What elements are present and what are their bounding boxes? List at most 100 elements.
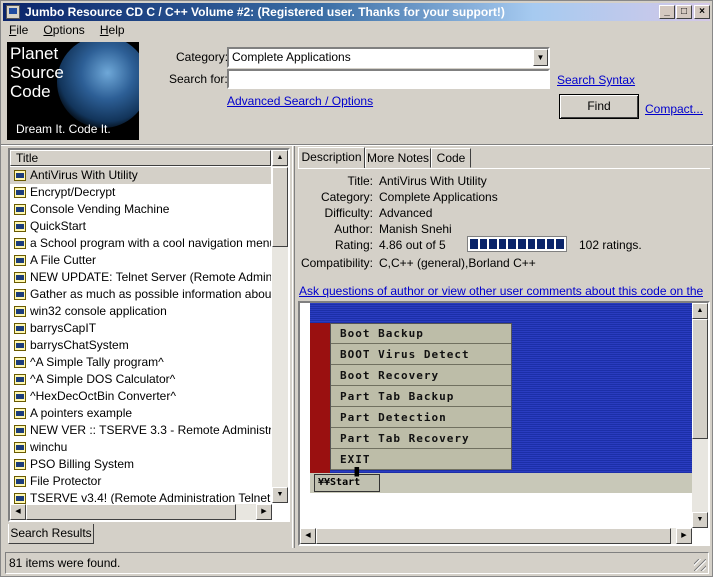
logo-line-2: Source [10,63,64,82]
rating-segment [479,239,488,249]
status-bar: 81 items were found. [5,552,709,574]
list-item[interactable]: barrysCapIT [10,320,271,337]
list-item-label: win32 console application [30,304,167,318]
code-file-icon [14,221,26,232]
search-syntax-link[interactable]: Search Syntax [557,73,635,87]
scroll-left-icon[interactable]: ◀ [10,504,26,520]
list-item[interactable]: PSO Billing System [10,456,271,473]
list-item[interactable]: QuickStart [10,218,271,235]
title-column-header[interactable]: Title [10,150,271,166]
preview-scroll-thumb[interactable] [692,319,708,439]
preview-vertical-scrollbar[interactable]: ▲ ▼ [692,303,708,528]
tab-description[interactable]: Description [298,147,365,169]
advanced-search-link[interactable]: Advanced Search / Options [227,94,373,108]
scroll-right-icon[interactable]: ▶ [256,504,272,520]
menu-options[interactable]: Options [37,22,90,38]
preview-scroll-left-icon[interactable]: ◀ [300,528,316,544]
list-item-label: A pointers example [30,406,133,420]
list-item[interactable]: ^A Simple Tally program^ [10,354,271,371]
scroll-up-icon[interactable]: ▲ [272,150,288,166]
rating-segment [546,239,555,249]
find-button[interactable]: Find [559,94,639,119]
list-item-label: ^A Simple DOS Calculator^ [30,372,176,386]
search-input[interactable] [227,69,550,89]
code-screenshot-preview[interactable]: Boot Backup BOOT Virus Detect Boot Recover… [298,301,710,546]
tab-more-notes[interactable]: More Notes [365,148,431,168]
preview-horizontal-thumb[interactable] [316,528,671,544]
scroll-thumb[interactable] [272,167,288,247]
horizontal-divider [1,144,713,146]
list-item[interactable]: a School program with a cool navigation … [10,235,271,252]
list-item-label: Gather as much as possible information a… [30,287,271,301]
category-value: Complete Applications [232,50,351,64]
results-rows: AntiVirus With Utility Encrypt/Decrypt Con… [10,167,271,507]
ask-questions-link[interactable]: Ask questions of author or view other us… [299,284,703,298]
results-horizontal-scrollbar[interactable]: ◀ ▶ [10,504,272,520]
menu-file[interactable]: File [3,22,34,38]
tab-underline [298,168,710,169]
list-item[interactable]: NEW UPDATE: Telnet Server (Remote Admini… [10,269,271,286]
scroll-down-icon[interactable]: ▼ [272,487,288,503]
menu-help[interactable]: Help [94,22,131,38]
category-select[interactable]: Complete Applications ▼ [227,47,550,68]
maximize-button[interactable]: □ [676,5,692,19]
tab-search-results[interactable]: Search Results [8,524,94,544]
preview-scroll-up-icon[interactable]: ▲ [692,303,708,319]
list-item-label: ^HexDecOctBin Converter^ [30,389,176,403]
code-file-icon [14,170,26,181]
author-label: Author: [334,222,373,236]
title-bar[interactable]: Jumbo Resource CD C / C++ Volume #2: (Re… [3,3,710,21]
dos-menu-item: Part Tab Backup [331,387,511,407]
list-item[interactable]: ^HexDecOctBin Converter^ [10,388,271,405]
list-item[interactable]: winchu [10,439,271,456]
list-item[interactable]: A File Cutter [10,252,271,269]
app-icon[interactable] [6,5,20,19]
code-file-icon [14,476,26,487]
dos-menu-item: BOOT Virus Detect [331,345,511,365]
list-item-label: winchu [30,440,68,454]
ratings-count: 102 ratings. [579,238,642,252]
code-file-icon [14,187,26,198]
minimize-button[interactable]: _ [659,5,675,19]
logo-line-3: Code [10,82,51,101]
resize-grip-icon[interactable] [694,559,706,571]
preview-scroll-right-icon[interactable]: ▶ [676,528,692,544]
tab-code[interactable]: Code [431,148,471,168]
list-item[interactable]: barrysChatSystem [10,337,271,354]
preview-scroll-down-icon[interactable]: ▼ [692,512,708,528]
author-value: Manish Snehi [379,222,452,236]
compatibility-label: Compatibility: [300,256,373,270]
horizontal-scroll-thumb[interactable] [26,504,236,520]
planet-source-code-logo: Planet Source Code Dream It. Code It. [7,42,139,140]
list-item[interactable]: Gather as much as possible information a… [10,286,271,303]
code-file-icon [14,323,26,334]
compact-link[interactable]: Compact... [645,102,703,116]
close-button[interactable]: × [694,5,710,19]
preview-horizontal-scrollbar[interactable]: ◀ ▶ [300,528,692,544]
globe-icon [57,42,139,128]
rating-segment [537,239,545,249]
list-item-label: NEW VER :: TSERVE 3.3 - Remote Administr… [30,423,271,437]
code-file-icon [14,306,26,317]
results-list[interactable]: Title AntiVirus With Utility Encrypt/Decr… [8,148,290,522]
list-item[interactable]: Encrypt/Decrypt [10,184,271,201]
list-item-label: File Protector [30,474,102,488]
list-item[interactable]: Console Vending Machine [10,201,271,218]
list-item[interactable]: win32 console application [10,303,271,320]
list-item[interactable]: AntiVirus With Utility [10,167,271,184]
list-item-label: barrysCapIT [30,321,97,335]
list-item[interactable]: NEW VER :: TSERVE 3.3 - Remote Administr… [10,422,271,439]
results-vertical-scrollbar[interactable]: ▲ ▼ [272,150,288,503]
list-item[interactable]: A pointers example [10,405,271,422]
title-label: Title: [347,174,373,188]
list-item[interactable]: File Protector [10,473,271,490]
rating-segment [508,239,516,249]
list-item-label: ^A Simple Tally program^ [30,355,164,369]
code-file-icon [14,238,26,249]
chevron-down-icon[interactable]: ▼ [533,49,548,66]
list-item[interactable]: ^A Simple DOS Calculator^ [10,371,271,388]
rating-segment [498,239,507,249]
main-window: Jumbo Resource CD C / C++ Volume #2: (Re… [0,0,713,577]
code-file-icon [14,204,26,215]
list-item-label: barrysChatSystem [30,338,129,352]
